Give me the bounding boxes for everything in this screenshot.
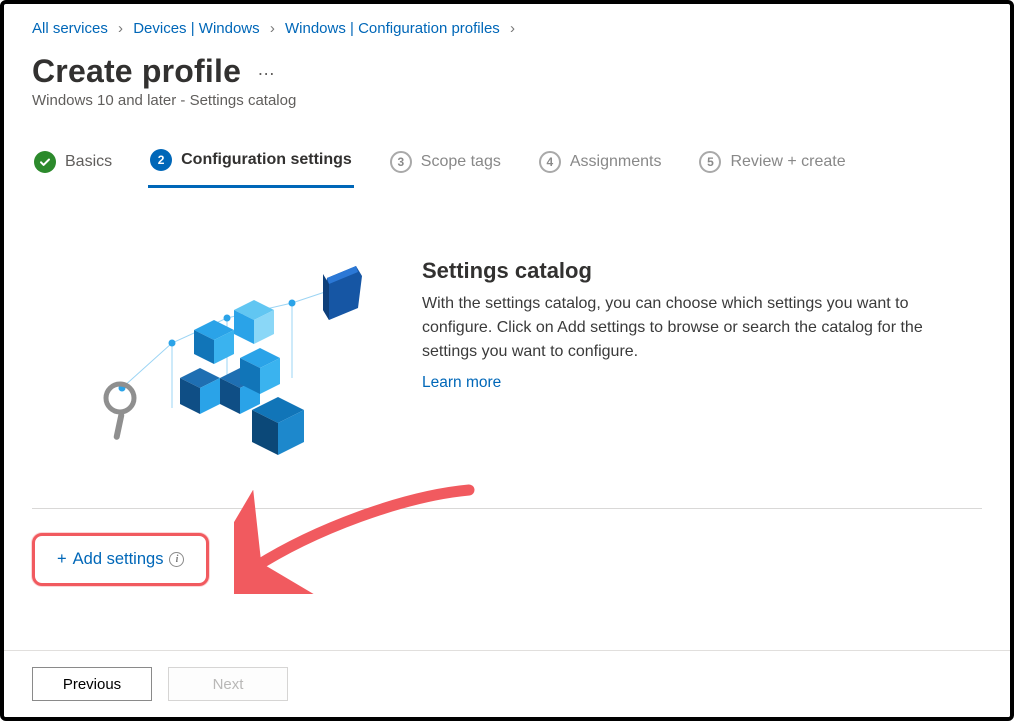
step-label: Basics [65,153,112,171]
info-icon: i [169,552,184,567]
step-number-icon: 2 [150,149,172,171]
step-assignments[interactable]: 4 Assignments [537,145,664,187]
step-label: Assignments [570,153,662,171]
step-configuration-settings[interactable]: 2 Configuration settings [148,143,354,188]
step-number-icon: 3 [390,151,412,173]
divider [32,508,982,509]
step-label: Scope tags [421,153,501,171]
previous-button[interactable]: Previous [32,667,152,701]
breadcrumb-link-all-services[interactable]: All services [32,20,108,37]
breadcrumb-link-devices-windows[interactable]: Devices | Windows [133,20,259,37]
add-settings-label: Add settings [73,550,164,569]
chevron-right-icon: › [510,20,515,37]
wizard-steps: Basics 2 Configuration settings 3 Scope … [32,143,982,188]
hero-body: With the settings catalog, you can choos… [422,292,962,364]
next-button: Next [168,667,288,701]
step-number-icon: 5 [699,151,721,173]
add-settings-button[interactable]: + Add settings i [32,533,209,586]
check-icon [34,151,56,173]
footer-bar: Previous Next [4,650,1010,717]
step-label: Configuration settings [181,151,352,169]
chevron-right-icon: › [270,20,275,37]
step-scope-tags[interactable]: 3 Scope tags [388,145,503,187]
page-subtitle: Windows 10 and later - Settings catalog [32,92,982,109]
breadcrumb-link-config-profiles[interactable]: Windows | Configuration profiles [285,20,500,37]
step-number-icon: 4 [539,151,561,173]
more-actions-button[interactable]: … [257,59,277,80]
step-label: Review + create [730,153,845,171]
breadcrumb: All services › Devices | Windows › Windo… [32,16,982,47]
learn-more-link[interactable]: Learn more [422,374,501,391]
plus-icon: + [57,550,67,569]
settings-catalog-illustration [102,258,382,458]
step-basics[interactable]: Basics [32,145,114,187]
hero-heading: Settings catalog [422,258,962,284]
step-review-create[interactable]: 5 Review + create [697,145,847,187]
chevron-right-icon: › [118,20,123,37]
page-title: Create profile [32,53,241,90]
